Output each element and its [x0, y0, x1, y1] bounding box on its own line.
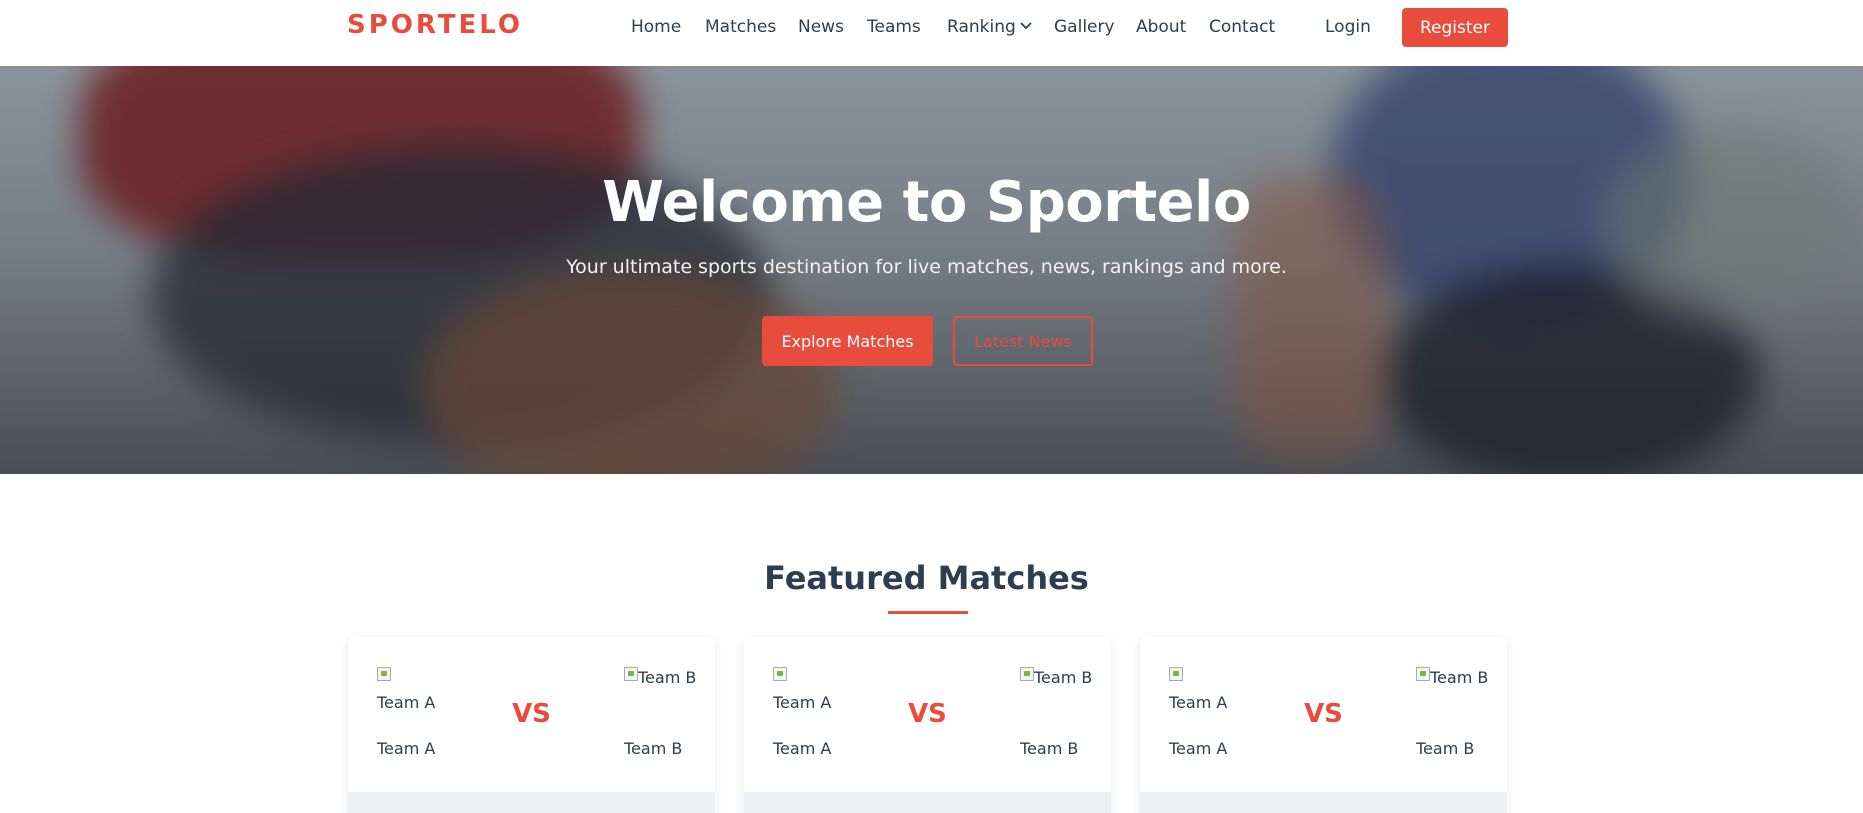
team-b-logo: Team B — [624, 665, 696, 690]
match-card[interactable]: Team A Team B Team A Team B VS — [1140, 637, 1507, 813]
team-a-name: Team A — [773, 739, 832, 758]
broken-image-icon — [1169, 667, 1183, 681]
team-b-name: Team B — [624, 739, 683, 758]
team-b-logo-alt: Team B — [1034, 668, 1093, 687]
team-b-logo: Team B — [1416, 665, 1488, 690]
nav-home[interactable]: Home — [631, 17, 681, 37]
register-button[interactable]: Register — [1402, 8, 1508, 47]
nav-ranking[interactable]: Ranking — [947, 17, 1032, 37]
hero-subtitle: Your ultimate sports destination for liv… — [566, 256, 1287, 278]
logo[interactable]: SPORTELO — [347, 10, 523, 40]
nav-ranking-label: Ranking — [947, 17, 1016, 37]
vs-label: VS — [512, 699, 551, 729]
chevron-down-icon — [1020, 21, 1032, 29]
nav-teams[interactable]: Teams — [867, 17, 921, 37]
team-a-name: Team A — [377, 739, 436, 758]
nav-contact[interactable]: Contact — [1209, 17, 1275, 37]
hero-title: Welcome to Sportelo — [602, 170, 1251, 235]
nav-about[interactable]: About — [1136, 17, 1186, 37]
match-card[interactable]: Team A Team B Team A Team B VS — [348, 637, 715, 813]
title-underline — [888, 611, 968, 614]
broken-image-icon — [1020, 667, 1034, 681]
card-footer — [1140, 792, 1507, 813]
team-b-logo: Team B — [1020, 665, 1092, 690]
vs-label: VS — [908, 699, 947, 729]
broken-image-icon — [624, 667, 638, 681]
team-a-name: Team A — [1169, 739, 1228, 758]
broken-image-icon — [377, 667, 391, 681]
card-footer — [744, 792, 1111, 813]
hero-banner: Welcome to Sportelo Your ultimate sports… — [0, 66, 1863, 474]
broken-image-icon — [773, 667, 787, 681]
broken-image-icon — [1416, 667, 1430, 681]
team-b-logo-alt: Team B — [638, 668, 697, 687]
nav-matches[interactable]: Matches — [705, 17, 776, 37]
nav-gallery[interactable]: Gallery — [1054, 17, 1115, 37]
featured-matches-title: Featured Matches — [764, 559, 1089, 597]
navbar: SPORTELO Home Matches News Teams Ranking… — [0, 0, 1863, 66]
nav-news[interactable]: News — [798, 17, 844, 37]
latest-news-button[interactable]: Latest News — [953, 316, 1093, 366]
login-link[interactable]: Login — [1325, 17, 1371, 37]
explore-matches-button[interactable]: Explore Matches — [762, 316, 933, 366]
vs-label: VS — [1304, 699, 1343, 729]
team-b-name: Team B — [1416, 739, 1475, 758]
card-footer — [348, 792, 715, 813]
match-card[interactable]: Team A Team B Team A Team B VS — [744, 637, 1111, 813]
team-b-name: Team B — [1020, 739, 1079, 758]
team-b-logo-alt: Team B — [1430, 668, 1489, 687]
